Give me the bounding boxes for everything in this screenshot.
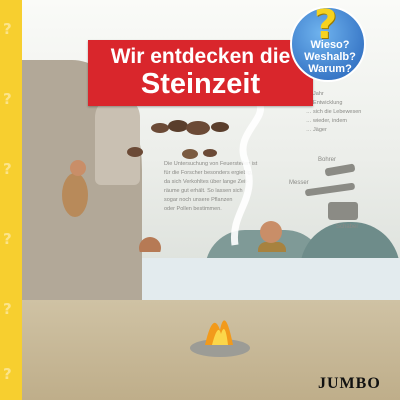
- woman-figure: [139, 237, 161, 252]
- side-line: … Entwicklung: [306, 100, 343, 106]
- title-banner: Wir entdecken die Steinzeit: [88, 40, 313, 106]
- tool-label: Bohrer: [318, 157, 337, 163]
- side-line: … wieder, indem: [306, 118, 347, 124]
- title-line-1: Wir entdecken die: [110, 45, 291, 68]
- tool-label: Schaber: [336, 224, 359, 230]
- question-mark-icon: ?: [3, 365, 12, 383]
- question-mark-icon: ?: [3, 90, 12, 108]
- title-line-2: Steinzeit: [140, 68, 261, 100]
- side-line: … Jäger: [306, 127, 327, 133]
- book-cover: ? ? ? ? ? ? Die Untersuchung von Feuerst…: [0, 0, 400, 400]
- question-mark-icon: ?: [3, 230, 12, 248]
- publisher-logo: JUMBO: [318, 375, 381, 392]
- badge-line-2: Weshalb?: [304, 51, 356, 63]
- question-mark-icon: ?: [3, 20, 12, 38]
- yellow-spine: ? ? ? ? ? ?: [0, 0, 22, 400]
- boy-figure: [258, 221, 286, 252]
- scene-illustration: [62, 103, 286, 252]
- side-text: … Jahr … Entwicklung … sich die Lebewese…: [306, 90, 366, 135]
- badge-line-1: Wieso?: [310, 39, 350, 51]
- animal-herd-illustration: [127, 120, 229, 159]
- series-badge: ? Wieso? Weshalb? Warum?: [290, 2, 366, 82]
- question-mark-icon: ?: [3, 160, 12, 178]
- side-line: … sich die Lebewesen: [306, 109, 362, 115]
- side-line: … Jahr: [306, 91, 324, 97]
- scraper-tool-icon: [328, 202, 358, 220]
- question-mark-icon: ?: [3, 300, 12, 318]
- smoke-illustration: [230, 103, 264, 246]
- campfire-illustration: [190, 320, 250, 357]
- badge-line-3: Warum?: [308, 63, 352, 75]
- toolmaker-figure: [62, 160, 88, 217]
